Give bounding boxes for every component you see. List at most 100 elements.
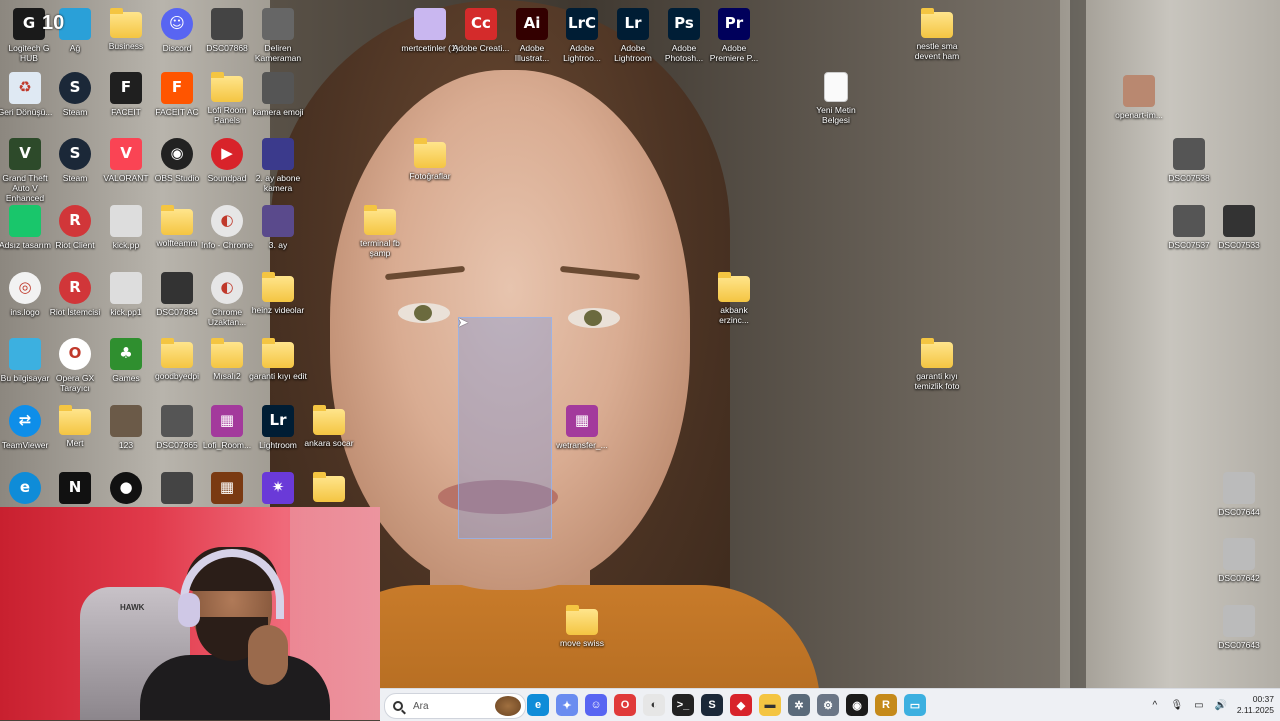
desktop-icon-nestle[interactable]: nestle sma devent ham (908, 8, 966, 61)
riot-istemci-app-icon: R (59, 272, 91, 304)
desktop-icon-business[interactable]: Business (97, 8, 155, 51)
desktop-icon-adobe-lr[interactable]: Lr Adobe Lightroom (604, 8, 662, 63)
desktop-icon-label: Riot İstemcisi (49, 307, 101, 317)
desktop-icon-dsc07643[interactable]: DSC07643 (1210, 605, 1268, 650)
desktop-icon-chrome-uzak[interactable]: ◐ Chrome Uzaktan... (198, 272, 256, 327)
desktop-icon-dsc07868[interactable]: DSC07868 (198, 8, 256, 53)
taskbar-steam-icon[interactable]: S (701, 694, 723, 716)
desktop-icon-label: VALORANT (103, 173, 149, 183)
desktop-icon-valorant[interactable]: V VALORANT (97, 138, 155, 183)
desktop-icon-riot[interactable]: R Riot Client (46, 205, 104, 250)
desktop-icon-info-chrome[interactable]: ◐ Info - Chrome (198, 205, 256, 250)
desktop-icon-garanti-foto[interactable]: garanti kıyı temizlik foto (908, 338, 966, 391)
taskbar-clock[interactable]: 00:37 2.11.2025 (1237, 694, 1274, 716)
icon-glyph: R (69, 211, 81, 229)
icon-glyph: Lr (269, 411, 287, 429)
image-thumbnail-icon (110, 272, 142, 304)
taskbar-search-box[interactable]: Ara (384, 693, 526, 719)
icon-glyph: Pr (724, 14, 744, 32)
desktop-icon-ankara[interactable]: ankara socar (300, 405, 358, 448)
taskbar-discord-icon[interactable]: ☺ (585, 694, 607, 716)
desktop-icon-fotograflar[interactable]: Fotoğraflar (401, 138, 459, 181)
desktop-icon-adobe-pr[interactable]: Pr Adobe Premiere P... (705, 8, 763, 63)
desktop-icon-adobe-cc[interactable]: Cc Adobe Creati... (452, 8, 510, 53)
desktop-icon-dsc07533[interactable]: DSC07533 (1210, 205, 1268, 250)
desktop-icon-faceit[interactable]: F FACEIT (97, 72, 155, 117)
folder-icon (921, 338, 953, 368)
taskbar-explorer-icon[interactable]: ▬ (759, 694, 781, 716)
taskbar-app-gear2-icon[interactable]: ✲ (788, 694, 810, 716)
display-icon[interactable]: ▭ (1193, 699, 1205, 711)
taskbar-copilot-icon[interactable]: ✦ (556, 694, 578, 716)
desktop-icon-wetransfer[interactable]: ▦ wetransfer_... (553, 405, 611, 450)
taskbar-settings-icon[interactable]: ⚙ (817, 694, 839, 716)
webcam-overlay: HAWK (0, 507, 380, 720)
drag-selection-rectangle (458, 317, 552, 539)
taskbar-app-games-icon[interactable]: ◉ (846, 694, 868, 716)
desktop-icon-i23[interactable]: 123 (97, 405, 155, 450)
desktop-icon-yeni-metin[interactable]: Yeni Metin Belgesi (807, 72, 865, 125)
system-tray: ^ 🎙 ▭ 🔊 00:37 2.11.2025 (1149, 689, 1274, 721)
desktop-icon-abone-kamera[interactable]: 2. ay abone kamera (249, 138, 307, 193)
desktop-icon-label: DSC07538 (1168, 173, 1210, 183)
netflix-app-icon: N (59, 472, 91, 504)
desktop-icon-mert[interactable]: Mert (46, 405, 104, 448)
taskbar-app-red-icon[interactable]: ◆ (730, 694, 752, 716)
taskbar-opera-icon[interactable]: O (614, 694, 636, 716)
desktop-icon-thumb-b[interactable]: ▦ (198, 472, 256, 504)
desktop-icon-label: DSC07533 (1218, 240, 1260, 250)
desktop-icon-move-swiss[interactable]: move swiss (553, 605, 611, 648)
desktop-icon-kamera-emoji[interactable]: kamera emoji (249, 72, 307, 117)
desktop-icon-opera[interactable]: O Opera GX Tarayıcı (46, 338, 104, 393)
microphone-icon[interactable]: 🎙 (1170, 699, 1183, 711)
taskbar-terminal-icon[interactable]: >_ (672, 694, 694, 716)
desktop-icon-label: terminal fb şamp (360, 238, 400, 258)
text-document-icon (824, 72, 848, 102)
desktop-icon-label: Ağ (69, 43, 81, 53)
mertcetinler-app-icon (414, 8, 446, 40)
desktop-icon-lofi-room[interactable]: ▦ Lofi_Room... (198, 405, 256, 450)
desktop-icon-dsc07644[interactable]: DSC07644 (1210, 472, 1268, 517)
taskbar-edge-icon[interactable]: e (527, 694, 549, 716)
desktop-icon-riot-istemci[interactable]: R Riot İstemcisi (46, 272, 104, 317)
desktop-icon-adobe-lrc[interactable]: LrC Adobe Lightroo... (553, 8, 611, 63)
desktop-icon-terminal[interactable]: terminal fb şamp (351, 205, 409, 258)
desktop-icon-steam1[interactable]: S Steam (46, 72, 104, 117)
desktop-icon-steam2[interactable]: S Steam (46, 138, 104, 183)
desktop-icon-deliren[interactable]: Deliren Kameraman (249, 8, 307, 63)
taskbar-chrome-icon[interactable]: ◐ (643, 694, 665, 716)
desktop-icon-openart[interactable]: openart-im... (1110, 75, 1168, 120)
desktop-icon-rec[interactable]: ● (97, 472, 155, 504)
opera-app-icon: O (59, 338, 91, 370)
desktop-icon-lightroom-app[interactable]: Lr Lightroom (249, 405, 307, 450)
image-thumbnail-icon (1223, 605, 1255, 637)
geri-app-icon: ♻ (9, 72, 41, 104)
desktop-icon-thumb-c[interactable]: ✷ (249, 472, 307, 504)
desktop-icon-label: 2. ay abone kamera (255, 173, 301, 193)
desktop-icon-misali2[interactable]: Mısalı2 (198, 338, 256, 381)
desktop-icon-kickpp1[interactable]: kick.pp1 (97, 272, 155, 317)
taskbar-app-win-icon[interactable]: ▭ (904, 694, 926, 716)
desktop-icon-garanti-edit[interactable]: garanti kıyı edit (249, 338, 307, 381)
icon-glyph: ☺ (169, 14, 185, 32)
desktop-icon-dsc07642[interactable]: DSC07642 (1210, 538, 1268, 583)
desktop-icon-akbank[interactable]: akbank erzinc... (705, 272, 763, 325)
desktop-icon-heinz[interactable]: heinz videolar (249, 272, 307, 315)
desktop-icon-soundpad[interactable]: ▶ Soundpad (198, 138, 256, 183)
desktop-icon-netflix[interactable]: N (46, 472, 104, 504)
tray-chevron-up-icon[interactable]: ^ (1149, 699, 1161, 711)
speaker-icon[interactable]: 🔊 (1215, 699, 1227, 711)
desktop-icon-ay3[interactable]: 3. ay (249, 205, 307, 250)
desktop-icon-folder-x[interactable] (300, 472, 358, 502)
taskbar-app-r-icon[interactable]: R (875, 694, 897, 716)
inslogo-app-icon: ◎ (9, 272, 41, 304)
desktop-icon-dsc07538[interactable]: DSC07538 (1160, 138, 1218, 183)
wallpaper-pole (1070, 0, 1086, 688)
icon-glyph: ▶ (221, 144, 233, 162)
steam1-app-icon: S (59, 72, 91, 104)
desktop-icon-games[interactable]: ♣ Games (97, 338, 155, 383)
desktop-icon-label: wetransfer_... (556, 440, 608, 450)
desktop-icon-lofi[interactable]: Lofi Room Panels (198, 72, 256, 125)
desktop-icon-kickpp[interactable]: kick.pp (97, 205, 155, 250)
desktop-icon-mertcetinler[interactable]: mertcetinler (1) (401, 8, 459, 53)
